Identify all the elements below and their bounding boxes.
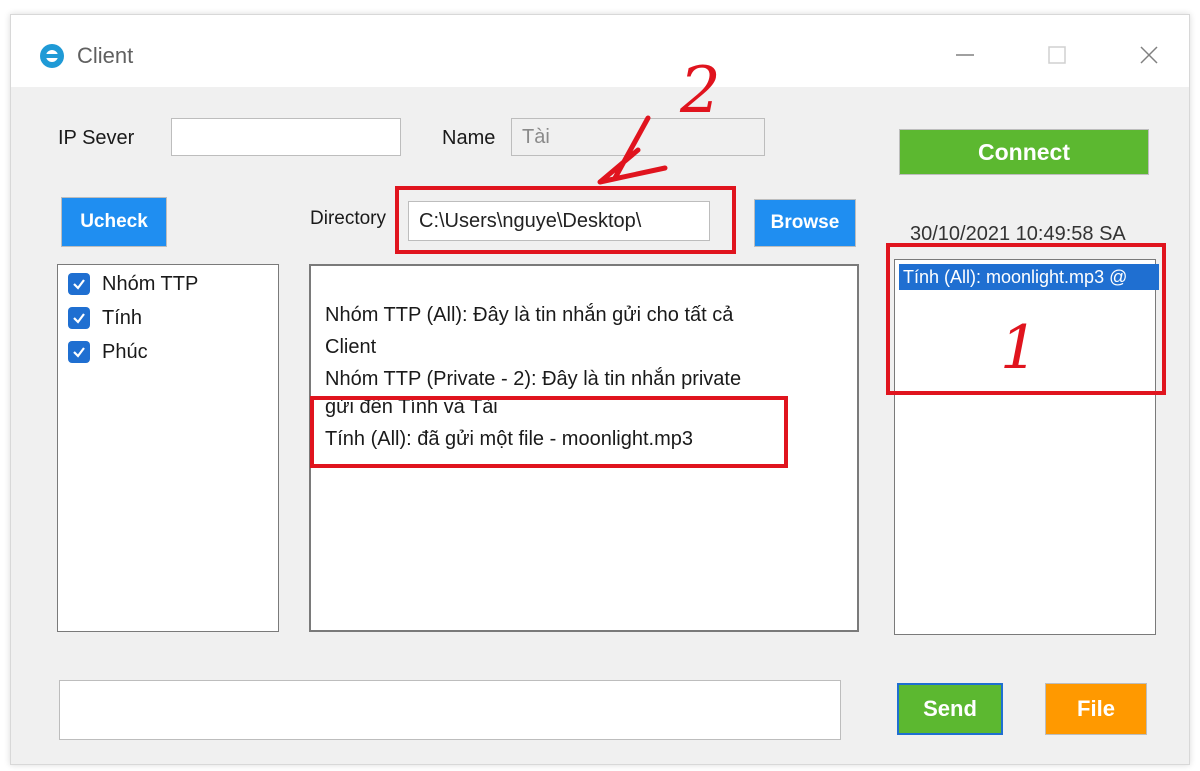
annotation-arrow-icon: 2 1: [597, 54, 1038, 383]
annotation-number-2: 2: [679, 54, 721, 128]
annotation-number-1: 1: [1000, 313, 1038, 383]
